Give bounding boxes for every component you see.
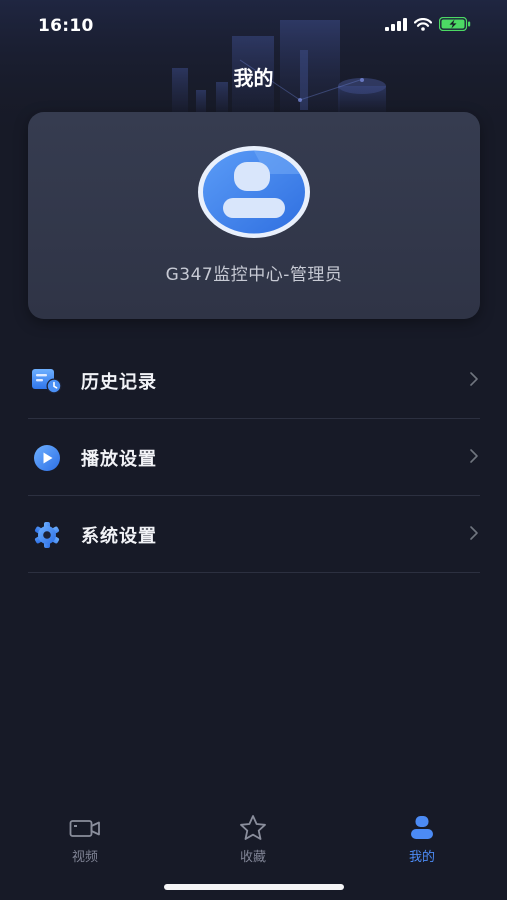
tab-label: 视频 — [71, 850, 98, 865]
gear-icon — [34, 522, 60, 548]
user-icon — [411, 816, 433, 839]
menu-item-label: 历史记录 — [81, 372, 157, 393]
tab-label: 收藏 — [239, 850, 266, 865]
home-indicator — [164, 884, 344, 890]
star-icon — [240, 815, 266, 840]
settings-menu: 历史记录 播放设置 系统设置 — [28, 342, 480, 573]
history-record-icon — [32, 369, 62, 394]
tab-label: 我的 — [408, 850, 435, 865]
menu-item-system-settings[interactable]: 系统设置 — [28, 496, 480, 573]
cellular-signal-icon — [385, 17, 407, 31]
profile-card: G347监控中心-管理员 — [28, 112, 480, 319]
chevron-right-icon — [470, 449, 478, 463]
user-avatar-icon — [198, 146, 310, 238]
status-time: 16:10 — [38, 16, 94, 36]
chevron-right-icon — [470, 526, 478, 540]
tab-mine[interactable]: 我的 — [377, 814, 467, 874]
menu-item-label: 播放设置 — [81, 449, 157, 470]
menu-item-history[interactable]: 历史记录 — [28, 342, 480, 419]
chevron-right-icon — [470, 372, 478, 386]
tab-video[interactable]: 视频 — [40, 814, 130, 874]
play-icon — [34, 445, 60, 471]
status-icons — [385, 17, 471, 31]
profile-username: G347监控中心-管理员 — [165, 265, 343, 285]
avatar[interactable] — [196, 144, 312, 240]
menu-item-playback-settings[interactable]: 播放设置 — [28, 419, 480, 496]
video-camera-icon — [69, 820, 100, 837]
battery-charging-icon — [439, 17, 471, 31]
tab-favorites[interactable]: 收藏 — [208, 814, 298, 874]
page-title: 我的 — [233, 66, 274, 90]
status-bar: 16:10 — [0, 0, 507, 52]
menu-item-label: 系统设置 — [81, 526, 157, 547]
wifi-icon — [414, 17, 432, 31]
